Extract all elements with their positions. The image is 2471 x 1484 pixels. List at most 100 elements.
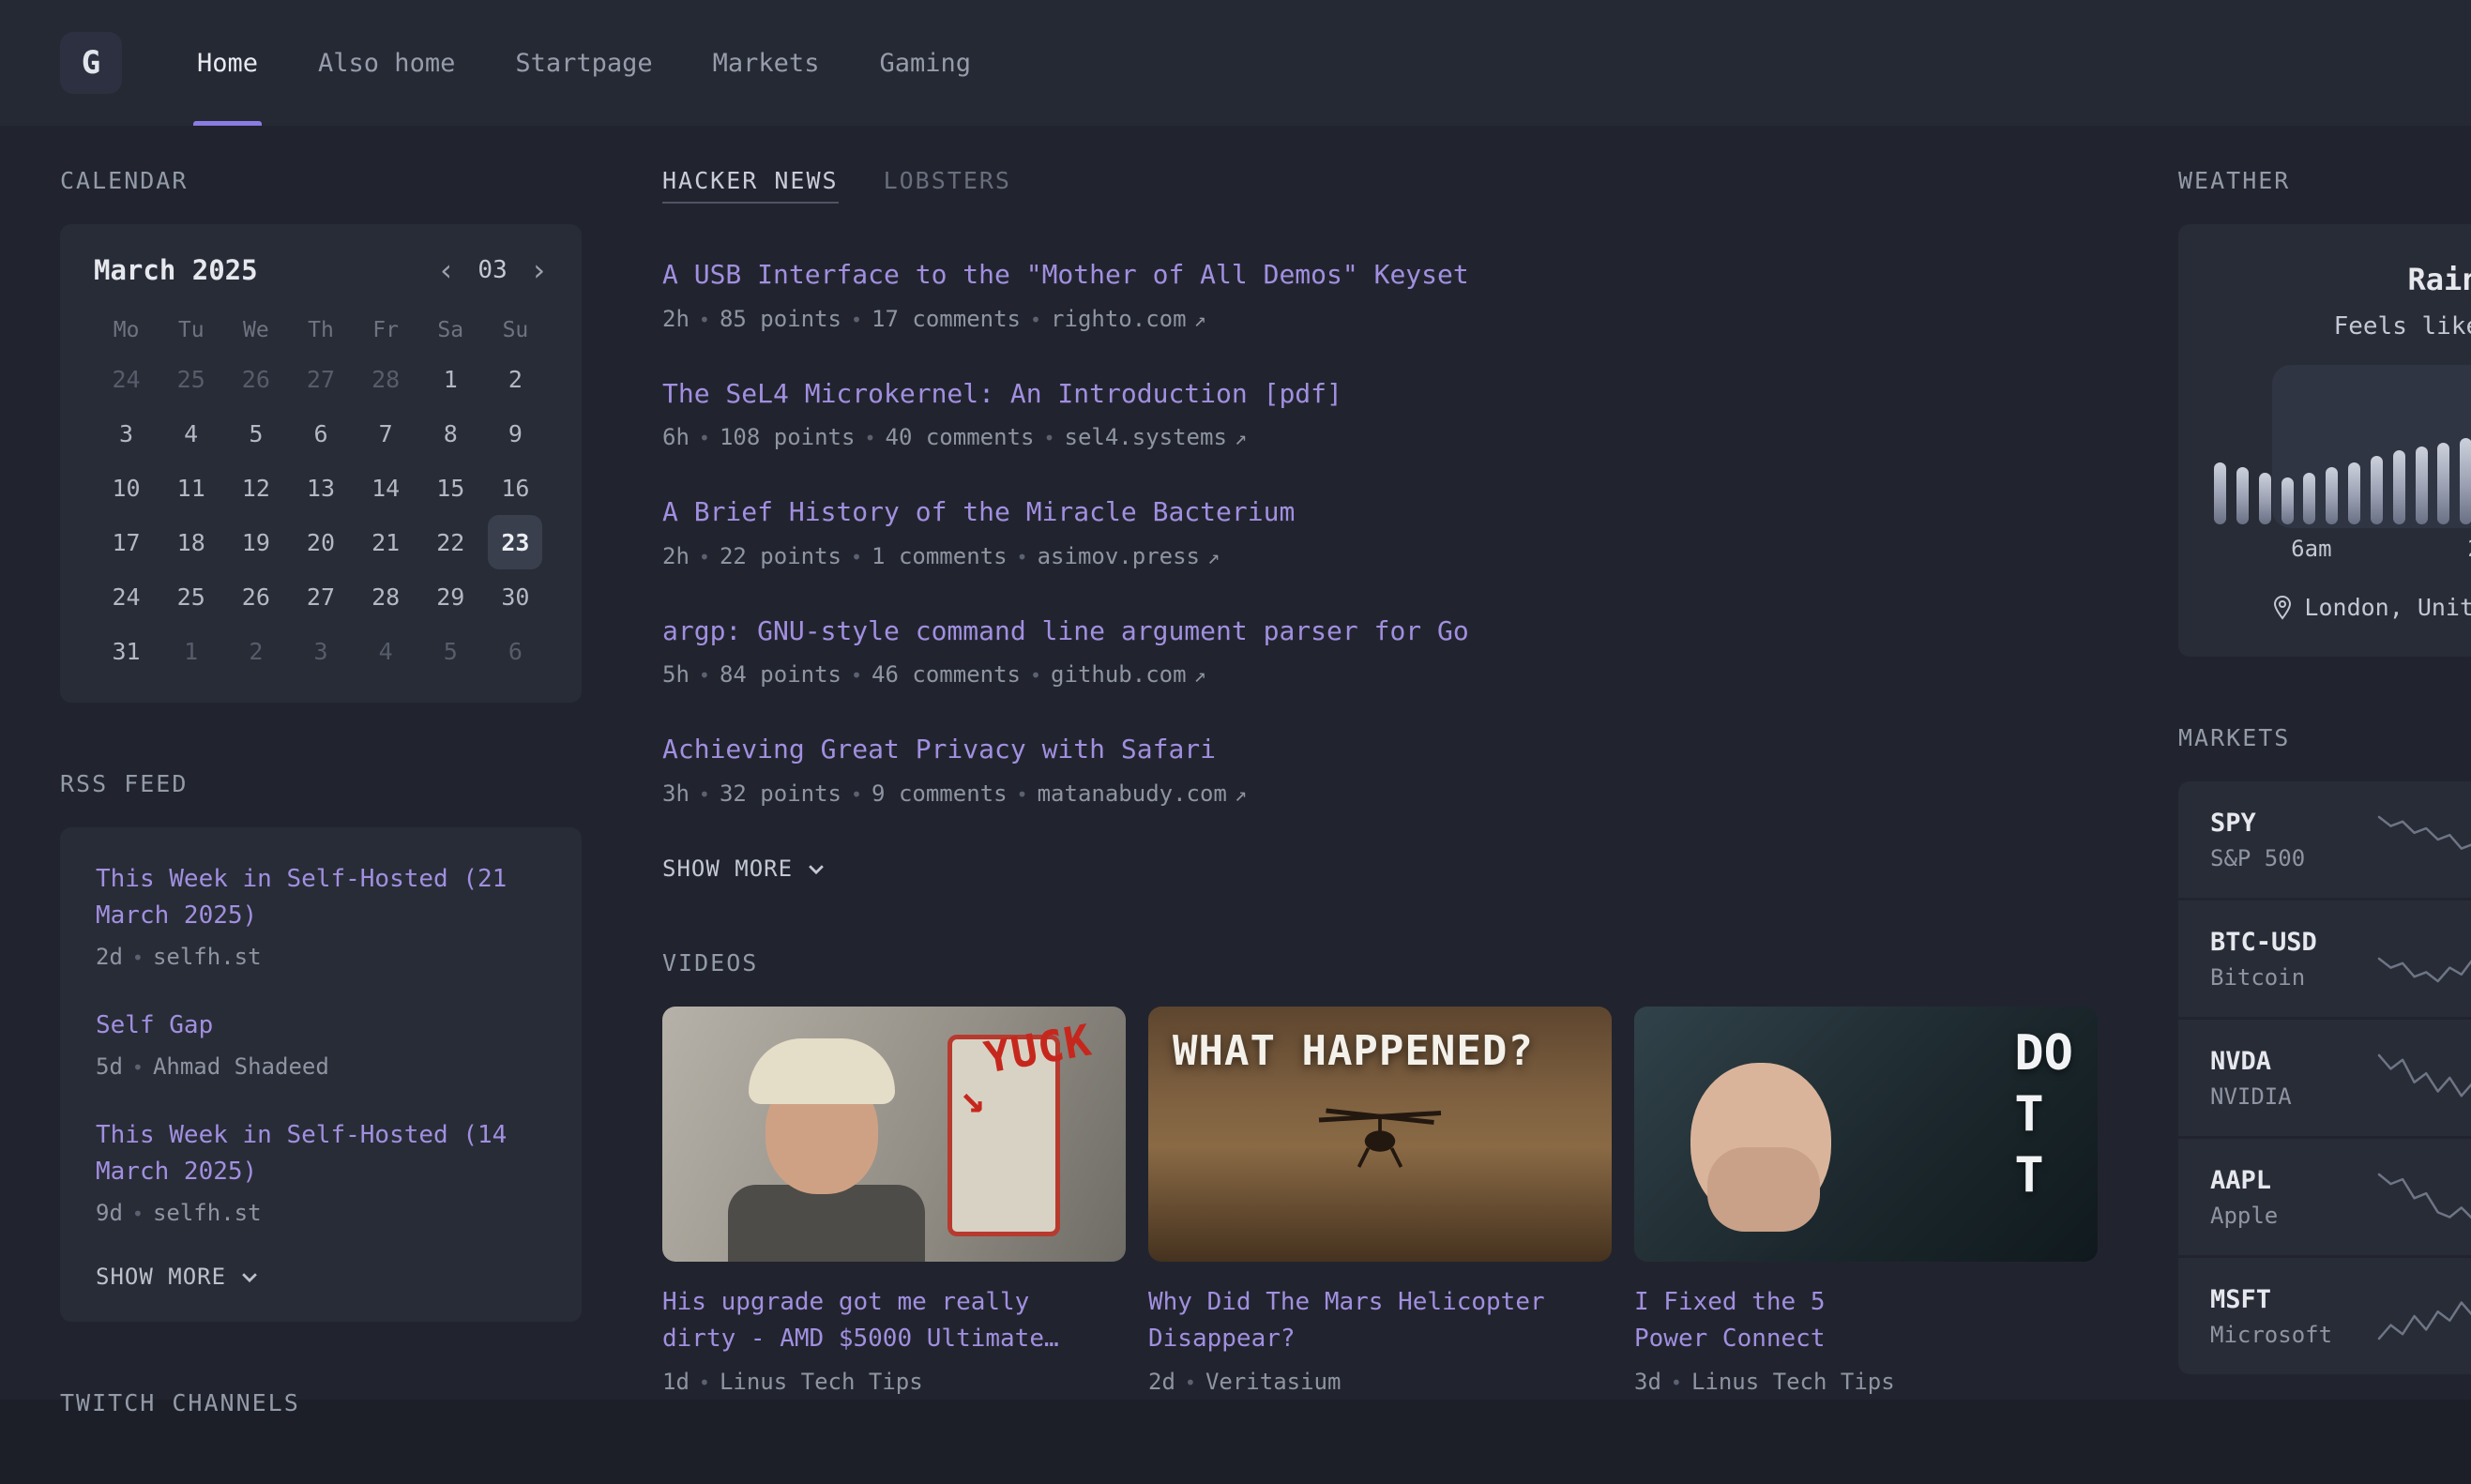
calendar-day: 27 <box>294 352 348 406</box>
show-more-label: SHOW MORE <box>96 1264 226 1290</box>
market-row-nvda[interactable]: NVDANVIDIA-0.70%$117.70 <box>2178 1017 2471 1136</box>
chevron-down-icon <box>239 1266 260 1287</box>
source-link[interactable]: righto.com↗ <box>1051 306 1206 332</box>
source-link[interactable]: sel4.systems↗ <box>1065 424 1248 450</box>
meta-part: 6h <box>662 424 690 450</box>
weather-time-labels: 6am2pm10pm <box>2212 536 2471 564</box>
nav-tab-markets[interactable]: Markets <box>709 0 824 126</box>
meta-part: 108 points <box>720 424 856 450</box>
rss-item: This Week in Self-Hosted (21 March 2025)… <box>96 861 546 970</box>
calendar-weekday: Mo <box>114 309 140 352</box>
calendar-day: 8 <box>423 406 478 461</box>
news-item-title[interactable]: argp: GNU-style command line argument pa… <box>662 613 2098 651</box>
weather-time-label: 2pm <box>2467 536 2471 562</box>
calendar-weekday-row: MoTuWeThFrSaSu <box>94 309 548 352</box>
rss-item: This Week in Self-Hosted (14 March 2025)… <box>96 1117 546 1226</box>
market-row-aapl[interactable]: AAPLApple+1.95%$218.27 <box>2178 1136 2471 1255</box>
market-symbol-block: NVDANVIDIA <box>2210 1047 2373 1110</box>
rss-item-title[interactable]: This Week in Self-Hosted (14 March 2025) <box>96 1117 546 1190</box>
calendar-day: 31 <box>99 624 154 678</box>
calendar-day: 6 <box>488 624 542 678</box>
dot-separator: • <box>1017 546 1028 568</box>
calendar-next-icon[interactable]: › <box>530 255 548 285</box>
meta-part: 3h <box>662 780 690 807</box>
market-row-msft[interactable]: MSFTMicrosoft+1.14%$391.26 <box>2178 1255 2471 1374</box>
weather-header: WEATHER <box>2178 167 2471 194</box>
external-link-icon: ↗ <box>1194 664 1206 688</box>
weather-bar <box>2416 447 2428 524</box>
calendar-day: 28 <box>358 569 413 624</box>
calendar-day: 5 <box>229 406 283 461</box>
calendar-weekday: Su <box>503 309 529 352</box>
nav-tab-also-home[interactable]: Also home <box>314 0 459 126</box>
calendar-month-number: 03 <box>478 256 507 284</box>
video-title[interactable]: I Fixed the 5 Power Connect <box>1634 1284 2098 1357</box>
market-row-spy[interactable]: SPYS&P 500-0.27%$563.98 <box>2178 781 2471 898</box>
source-link[interactable]: github.com↗ <box>1051 661 1206 688</box>
dot-separator: • <box>132 1056 144 1079</box>
calendar-day: 14 <box>358 461 413 515</box>
news-show-more-button[interactable]: SHOW MORE <box>662 856 2098 882</box>
calendar-day: 25 <box>164 569 219 624</box>
news-item-title[interactable]: Achieving Great Privacy with Safari <box>662 731 2098 769</box>
market-sparkline <box>2373 1169 2471 1225</box>
calendar-day: 20 <box>294 515 348 569</box>
app-logo[interactable]: G <box>60 32 122 94</box>
item-meta: 5h•84 points•46 comments•github.com↗ <box>662 661 2098 688</box>
rss-item-title[interactable]: Self Gap <box>96 1007 546 1044</box>
dot-separator: • <box>1043 427 1054 449</box>
rss-card: This Week in Self-Hosted (21 March 2025)… <box>60 827 582 1322</box>
dot-separator: • <box>132 946 144 969</box>
calendar-day: 4 <box>358 624 413 678</box>
source-link[interactable]: asimov.press↗ <box>1038 543 1220 569</box>
item-meta: 9d•selfh.st <box>96 1200 546 1226</box>
videos-widget: VIDEOS YUCK↘ His upgrade got me really di… <box>662 949 2098 1395</box>
nav-tab-home[interactable]: Home <box>193 0 262 126</box>
rss-item-title[interactable]: This Week in Self-Hosted (21 March 2025) <box>96 861 546 934</box>
video-title[interactable]: Why Did The Mars Helicopter Disappear? <box>1148 1284 1612 1357</box>
news-list: A USB Interface to the "Mother of All De… <box>662 256 2098 807</box>
weather-widget: WEATHER Rain Feels like 11°C 12° 6am2pm1… <box>2178 167 2471 657</box>
video-thumbnail[interactable]: YUCK↘ <box>662 1007 1126 1262</box>
video-thumbnail[interactable]: DOTT <box>1634 1007 2098 1262</box>
source-link[interactable]: matanabudy.com↗ <box>1038 780 1248 807</box>
news-item-title[interactable]: The SeL4 Microkernel: An Introduction [p… <box>662 375 2098 414</box>
meta-part: Linus Tech Tips <box>1691 1369 1895 1395</box>
meta-part: Veritasium <box>1205 1369 1342 1395</box>
nav-tab-startpage[interactable]: Startpage <box>511 0 656 126</box>
meta-part: selfh.st <box>153 1200 262 1226</box>
item-meta: 5d•Ahmad Shadeed <box>96 1053 546 1080</box>
news-tab-lobsters[interactable]: LOBSTERS <box>884 167 1011 204</box>
dot-separator: • <box>851 309 862 331</box>
calendar-day: 30 <box>488 569 542 624</box>
nav-tab-gaming[interactable]: Gaming <box>875 0 975 126</box>
thumbnail-hard-hat <box>749 1038 895 1104</box>
calendar-day: 22 <box>423 515 478 569</box>
video-title[interactable]: His upgrade got me really dirty - AMD $5… <box>662 1284 1126 1357</box>
news-item: argp: GNU-style command line argument pa… <box>662 613 2098 689</box>
news-tab-hacker-news[interactable]: HACKER NEWS <box>662 167 839 204</box>
calendar-day: 13 <box>294 461 348 515</box>
external-link-icon: ↗ <box>1207 546 1220 569</box>
meta-part: 84 points <box>720 661 841 688</box>
weather-location-label: London, United Kingdom <box>2304 594 2471 621</box>
weather-bar <box>2348 462 2360 524</box>
rss-show-more-button[interactable]: SHOW MORE <box>96 1264 546 1290</box>
calendar-day: 24 <box>99 352 154 406</box>
calendar-day: 3 <box>99 406 154 461</box>
nav-tabs: Home Also home Startpage Markets Gaming <box>193 0 975 126</box>
thumbnail-person-body <box>728 1185 925 1262</box>
market-row-btc-usd[interactable]: BTC-USDBitcoin+1.39%$84,999.29 <box>2178 898 2471 1017</box>
news-item-title[interactable]: A Brief History of the Miracle Bacterium <box>662 493 2098 532</box>
location-pin-icon <box>2272 596 2293 620</box>
thumbnail-overlay-text: DOTT <box>2014 1023 2073 1206</box>
meta-part: Ahmad Shadeed <box>153 1053 329 1080</box>
videos-header: VIDEOS <box>662 949 2098 977</box>
market-sparkline <box>2373 1050 2471 1106</box>
news-item-title[interactable]: A USB Interface to the "Mother of All De… <box>662 256 2098 295</box>
video-thumbnail[interactable]: WHAT HAPPENED? <box>1148 1007 1612 1262</box>
external-link-icon: ↗ <box>1194 309 1206 332</box>
calendar-weekday: Tu <box>178 309 205 352</box>
market-sparkline <box>2373 1288 2471 1344</box>
calendar-prev-icon[interactable]: ‹ <box>437 255 455 285</box>
